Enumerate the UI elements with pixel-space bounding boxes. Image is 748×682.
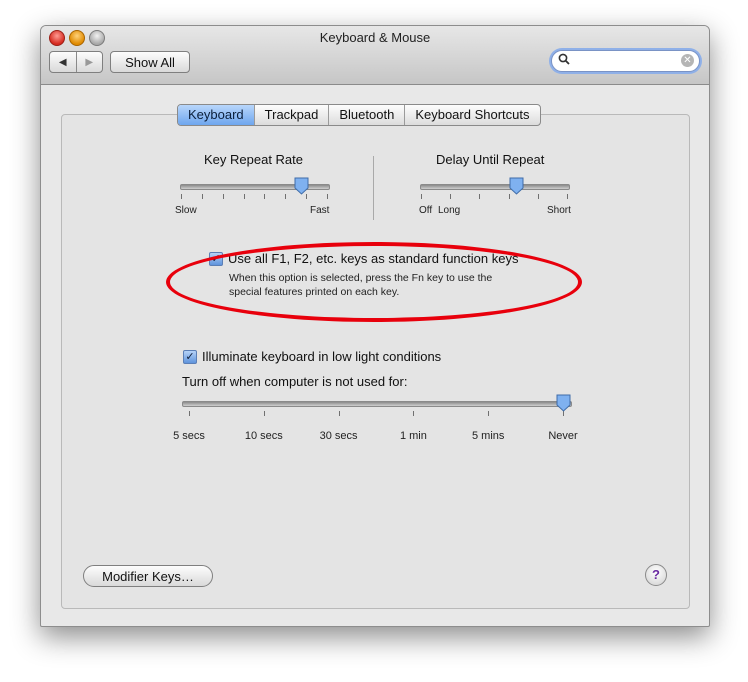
delay-long-label: Long bbox=[438, 205, 461, 216]
slider-tick bbox=[421, 194, 422, 199]
tab-bluetooth[interactable]: Bluetooth bbox=[329, 105, 406, 125]
illuminate-keyboard-label: Illuminate keyboard in low light conditi… bbox=[202, 349, 442, 364]
slider-tick bbox=[201, 194, 203, 199]
slider-tick bbox=[181, 194, 182, 199]
show-all-button[interactable]: Show All bbox=[110, 51, 190, 73]
key-repeat-rate-slider-thumb[interactable] bbox=[294, 177, 309, 195]
slider-tick bbox=[327, 194, 328, 199]
slider-tick bbox=[189, 411, 190, 416]
tab-keyboard-shortcuts[interactable]: Keyboard Shortcuts bbox=[405, 105, 539, 125]
key-repeat-fast-label: Fast bbox=[310, 205, 330, 216]
stop-label: 1 min bbox=[399, 430, 427, 442]
slider-tick bbox=[243, 194, 245, 199]
slider-tick bbox=[263, 411, 265, 416]
titlebar: Keyboard & Mouse ◀ ▶ Show All ✕ bbox=[41, 26, 709, 85]
slider-tick bbox=[222, 194, 224, 199]
search-field[interactable]: ✕ bbox=[551, 50, 700, 72]
tab-bar: Keyboard Trackpad Bluetooth Keyboard Sho… bbox=[177, 104, 541, 126]
modifier-keys-button[interactable]: Modifier Keys… bbox=[83, 565, 213, 587]
stop-label: 10 secs bbox=[244, 430, 283, 442]
slider-tick bbox=[567, 194, 568, 199]
slider-tick bbox=[413, 411, 415, 416]
key-repeat-slow-label: Slow bbox=[175, 205, 197, 216]
forward-button[interactable]: ▶ bbox=[77, 52, 103, 72]
back-forward-control: ◀ ▶ bbox=[49, 51, 103, 73]
stop-label: 5 mins bbox=[471, 430, 505, 442]
checkmark-icon: ✓ bbox=[185, 351, 195, 363]
delay-off-label: Off bbox=[419, 205, 433, 216]
search-icon bbox=[558, 53, 570, 68]
slider-tick bbox=[285, 194, 287, 199]
tab-keyboard[interactable]: Keyboard bbox=[178, 105, 255, 125]
key-repeat-rate-label: Key Repeat Rate bbox=[204, 152, 304, 167]
slider-tick bbox=[479, 194, 481, 199]
section-divider bbox=[373, 156, 374, 220]
search-input[interactable] bbox=[572, 53, 681, 69]
slider-tick bbox=[537, 194, 539, 199]
clear-search-icon[interactable]: ✕ bbox=[681, 54, 694, 67]
slider-tick bbox=[450, 194, 452, 199]
delay-until-repeat-label: Delay Until Repeat bbox=[436, 152, 545, 167]
delay-until-repeat-slider-track[interactable] bbox=[420, 184, 570, 190]
slider-tick bbox=[488, 411, 490, 416]
forward-arrow-icon: ▶ bbox=[85, 56, 94, 68]
preferences-window: Keyboard & Mouse ◀ ▶ Show All ✕ Keyboard… bbox=[40, 25, 710, 627]
stop-label: 5 secs bbox=[173, 430, 205, 442]
illumination-timeout-slider-thumb[interactable] bbox=[556, 394, 571, 412]
help-icon[interactable]: ? bbox=[645, 564, 667, 586]
back-button[interactable]: ◀ bbox=[50, 52, 77, 72]
back-arrow-icon: ◀ bbox=[58, 56, 67, 68]
tab-trackpad[interactable]: Trackpad bbox=[255, 105, 330, 125]
stop-label: Never bbox=[548, 430, 578, 442]
window-title: Keyboard & Mouse bbox=[319, 30, 431, 45]
illumination-timeout-slider-track[interactable] bbox=[182, 401, 572, 407]
delay-short-label: Short bbox=[547, 205, 571, 216]
stop-label: 30 secs bbox=[319, 430, 358, 442]
delay-until-repeat-slider-thumb[interactable] bbox=[509, 177, 524, 195]
slider-tick bbox=[338, 411, 340, 416]
turn-off-label: Turn off when computer is not used for: bbox=[182, 374, 408, 389]
slider-tick bbox=[264, 194, 266, 199]
annotation-red-ellipse bbox=[166, 242, 582, 322]
illuminate-keyboard-checkbox[interactable]: ✓ bbox=[183, 350, 197, 364]
